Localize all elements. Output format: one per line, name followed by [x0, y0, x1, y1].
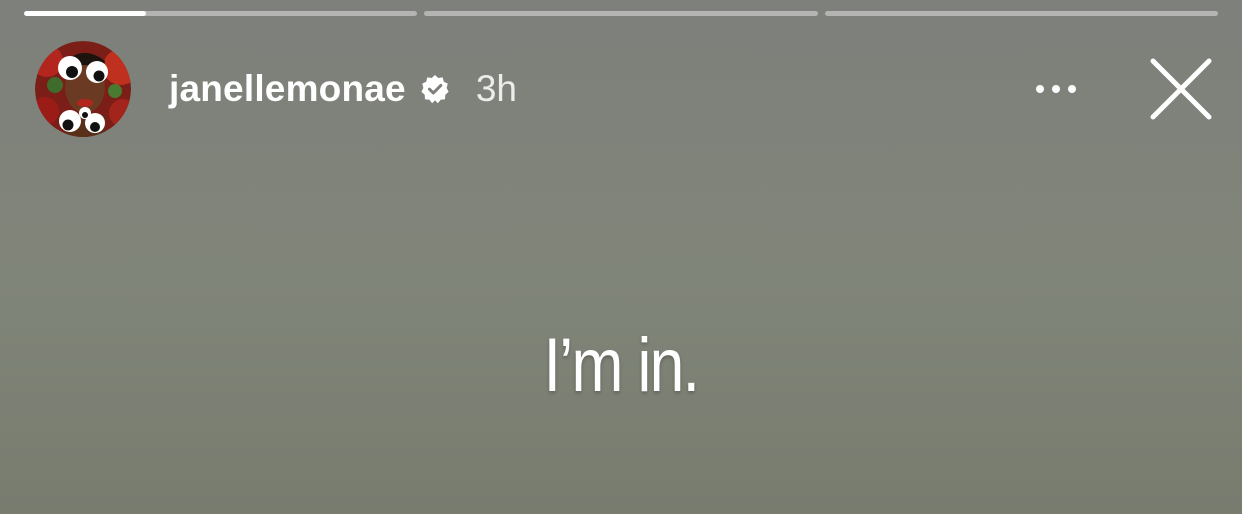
post-timestamp: 3h	[475, 68, 517, 109]
progress-segment-2	[424, 11, 818, 16]
close-icon	[1150, 58, 1212, 120]
progress-segment-3	[824, 11, 1218, 16]
close-button[interactable]	[1148, 56, 1214, 122]
progress-fill-1	[24, 11, 146, 16]
story-progress-bars	[24, 11, 1218, 16]
story-text: I’m in.	[543, 323, 700, 408]
story-header: janellemonae 3h	[35, 40, 1214, 138]
progress-segment-1	[24, 11, 418, 16]
more-horizontal-icon	[1036, 85, 1076, 93]
verified-badge-icon	[420, 74, 450, 104]
profile-avatar[interactable]	[35, 41, 131, 137]
more-options-button[interactable]	[1026, 59, 1086, 119]
username[interactable]: janellemonae	[169, 68, 406, 110]
avatar-image	[35, 41, 131, 137]
